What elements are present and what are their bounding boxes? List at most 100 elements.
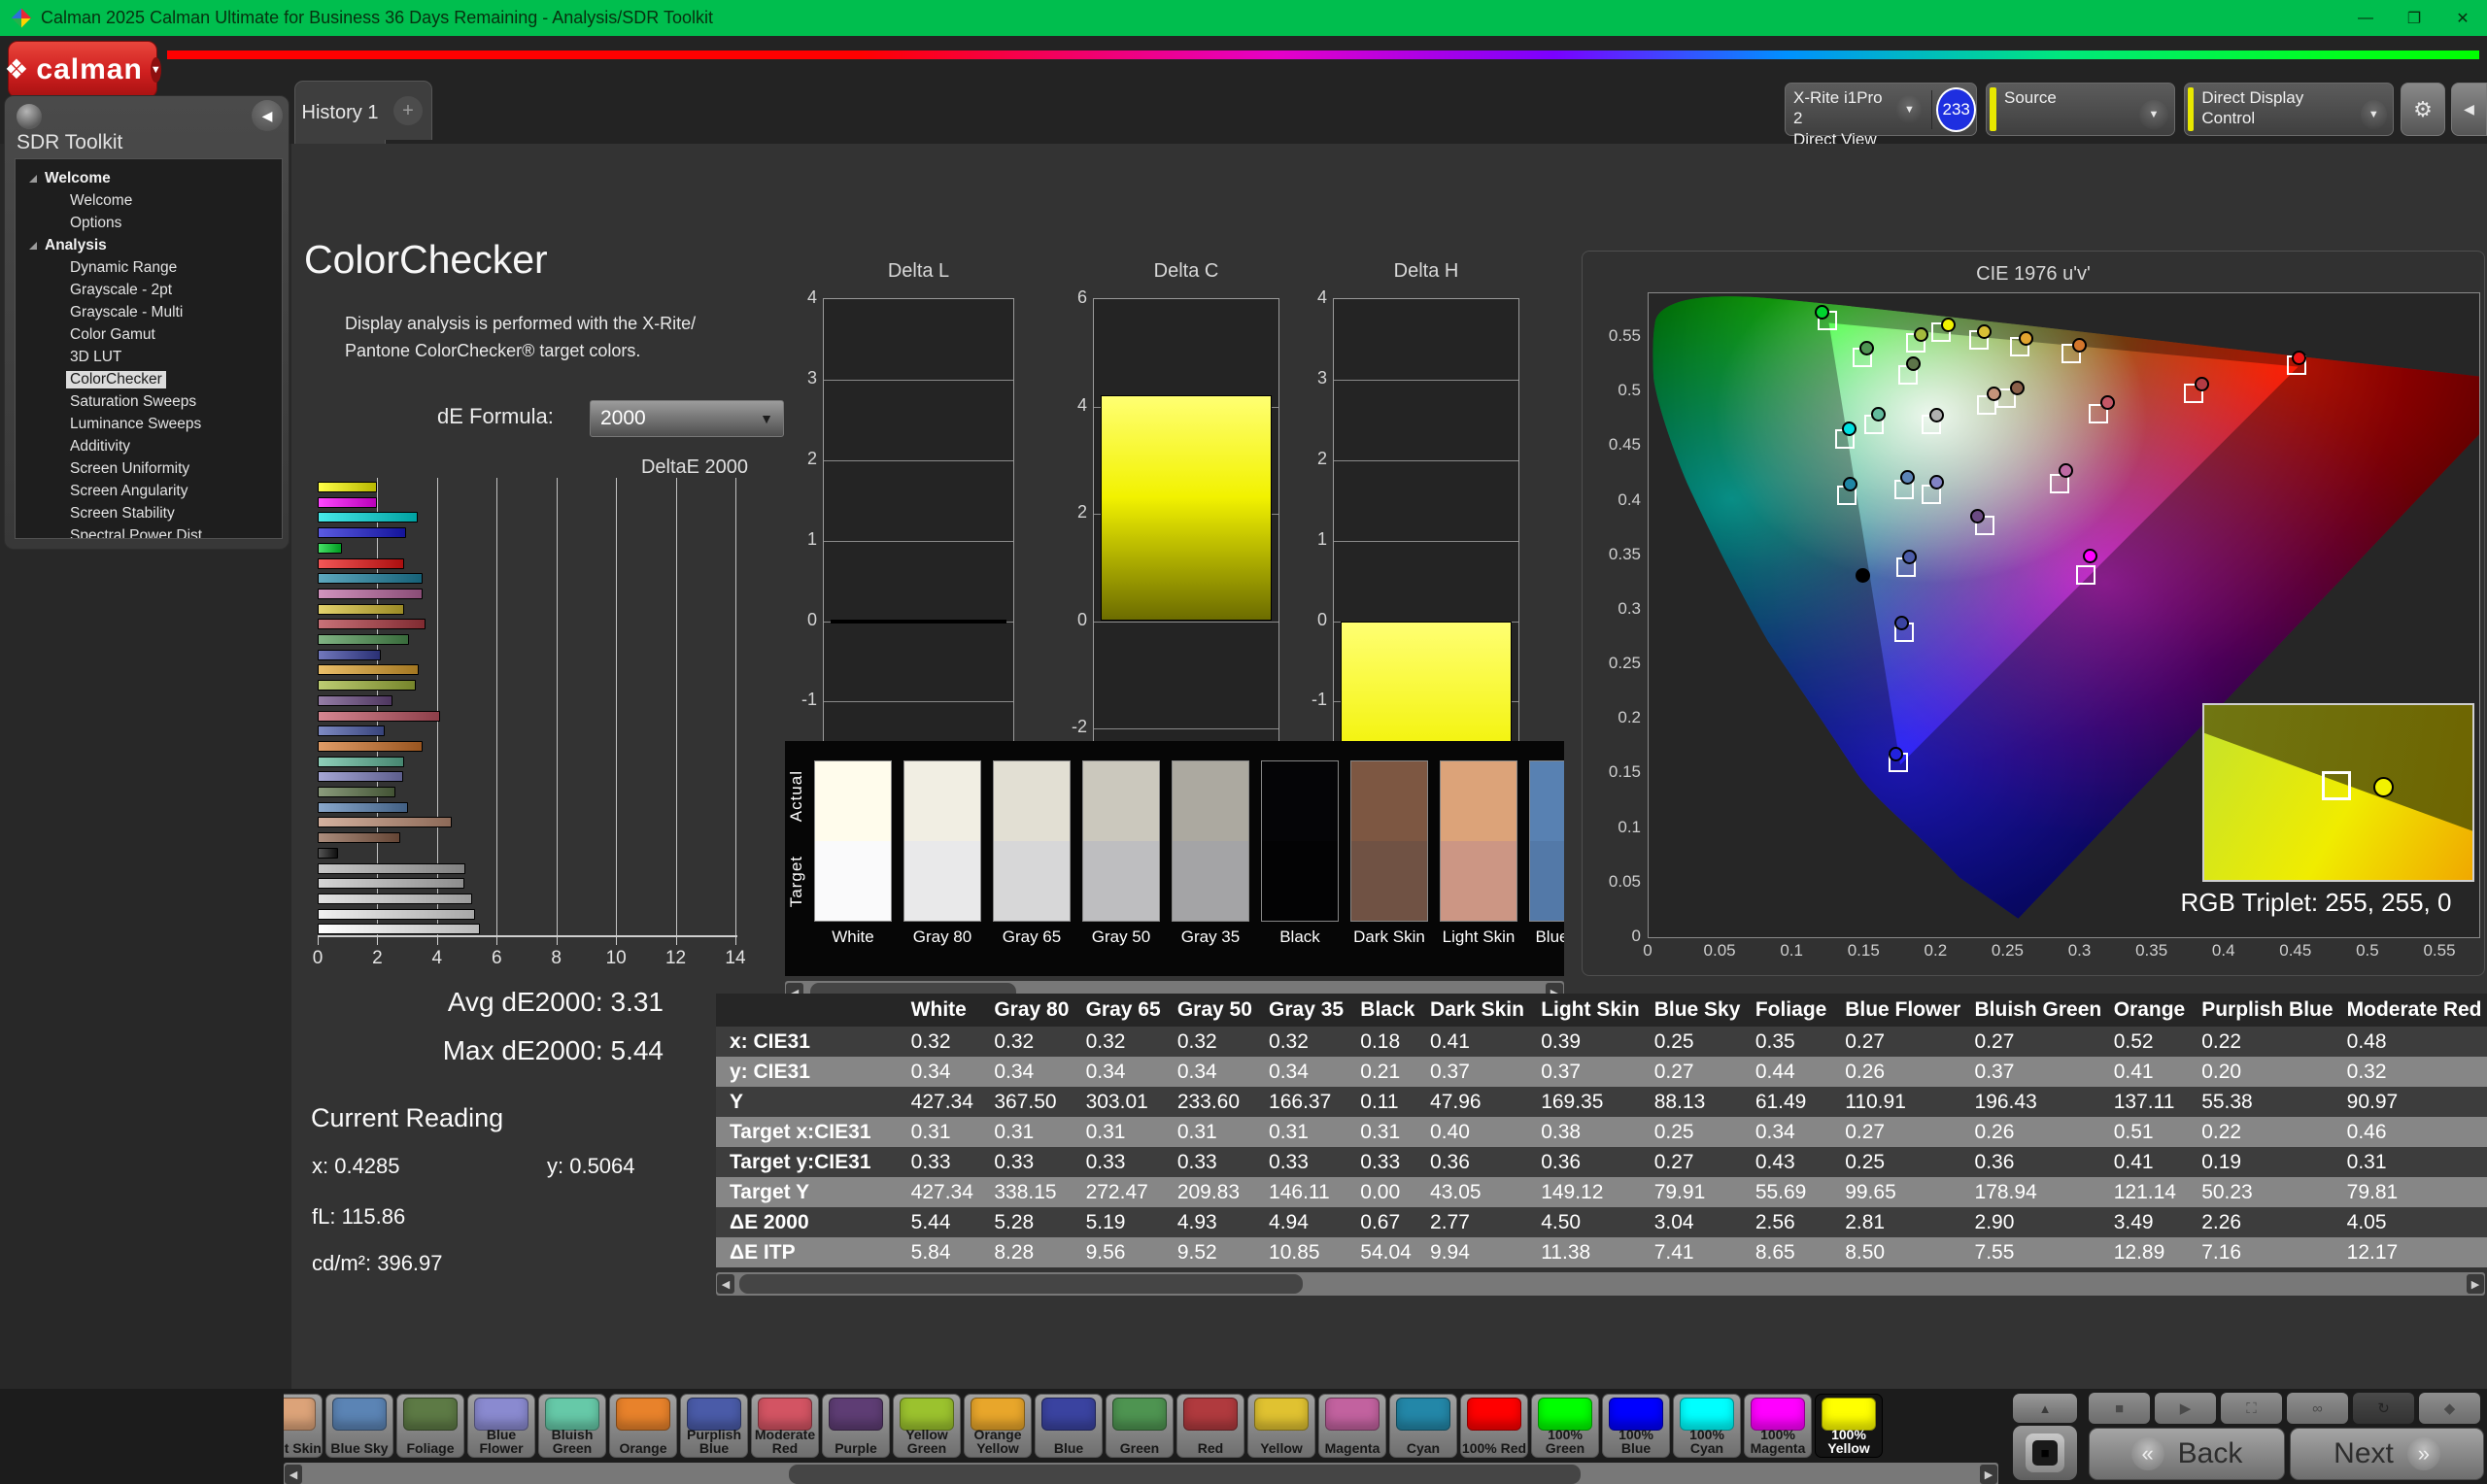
settings-button[interactable]: ⚙ bbox=[2401, 83, 2445, 136]
tab-history-1[interactable]: History 1 bbox=[294, 81, 386, 145]
patch-button-100-red[interactable]: 100% Red bbox=[1460, 1394, 1528, 1458]
actual-swatch bbox=[1530, 761, 1564, 841]
add-tab-button[interactable]: + bbox=[385, 81, 432, 140]
sidebar-handle-icon[interactable] bbox=[17, 104, 42, 129]
cie-zoom-inset bbox=[2202, 703, 2474, 882]
collapse-triangle-icon bbox=[29, 241, 37, 250]
mini-toolbar-button-5[interactable]: ↻ bbox=[2353, 1393, 2414, 1424]
delta-chart-title: Delta C bbox=[1153, 260, 1219, 282]
measured-point-marker bbox=[2372, 776, 2394, 797]
patch-button-red[interactable]: Red bbox=[1176, 1394, 1244, 1458]
axis-tick-label: -1 bbox=[801, 690, 817, 710]
meter-dropdown[interactable]: X-Rite i1Pro 2 Direct View ▼ 233 bbox=[1785, 83, 1977, 149]
patch-button-yellow-green[interactable]: Yellow Green bbox=[893, 1394, 961, 1458]
mini-toolbar-button-2[interactable]: ▶ bbox=[2155, 1393, 2216, 1424]
patch-scrollbar-thumb[interactable] bbox=[789, 1465, 1581, 1484]
tree-group-label: Analysis bbox=[45, 236, 107, 253]
table-cell: 0.41 bbox=[2105, 1057, 2195, 1087]
table-cell: 55.38 bbox=[2194, 1087, 2339, 1117]
target-swatch bbox=[1262, 841, 1338, 921]
sidebar-item-dynamic-range[interactable]: Dynamic Range bbox=[16, 256, 282, 279]
tree-item-label: Grayscale - Multi bbox=[70, 303, 184, 320]
patch-button-100-cyan[interactable]: 100% Cyan bbox=[1673, 1394, 1741, 1458]
sidebar-item-screen-angularity[interactable]: Screen Angularity bbox=[16, 480, 282, 502]
display-control-dropdown[interactable]: Direct Display Control ▼ bbox=[2184, 83, 2394, 136]
max-de2000: Max dE2000: 5.44 bbox=[442, 1035, 664, 1065]
de-formula-dropdown[interactable]: 2000 ▼ bbox=[590, 400, 784, 437]
patch-button-purple[interactable]: Purple bbox=[822, 1394, 890, 1458]
patch-button-light-skin[interactable]: Light Skin bbox=[284, 1394, 323, 1458]
scroll-right-icon: ▶ bbox=[1980, 1465, 1997, 1484]
patch-button-blue-flower[interactable]: Blue Flower bbox=[467, 1394, 535, 1458]
sidebar-item-screen-stability[interactable]: Screen Stability bbox=[16, 502, 282, 524]
patch-button-blue-sky[interactable]: Blue Sky bbox=[325, 1394, 393, 1458]
toolbar-glyph-icon: ■ bbox=[2114, 1400, 2125, 1417]
minimize-icon[interactable]: — bbox=[2341, 0, 2390, 36]
patch-button-moderate-red[interactable]: Moderate Red bbox=[751, 1394, 819, 1458]
patch-button-foliage[interactable]: Foliage bbox=[396, 1394, 464, 1458]
mini-toolbar-button-1[interactable]: ■ bbox=[2089, 1393, 2150, 1424]
patch-button-orange[interactable]: Orange bbox=[609, 1394, 677, 1458]
patch-button-cyan[interactable]: Cyan bbox=[1389, 1394, 1457, 1458]
sidebar-item-spectral-power-dist-[interactable]: Spectral Power Dist. bbox=[16, 524, 282, 539]
sidebar-item-grayscale-multi[interactable]: Grayscale - Multi bbox=[16, 301, 282, 323]
tree-group-analysis[interactable]: Analysis bbox=[16, 234, 282, 256]
patch-button-100-magenta[interactable]: 100% Magenta bbox=[1744, 1394, 1812, 1458]
stop-measurement-button[interactable]: ■ bbox=[2013, 1426, 2077, 1480]
mini-toolbar-button-4[interactable]: ∞ bbox=[2287, 1393, 2348, 1424]
table-cell: 0.22 bbox=[2194, 1027, 2339, 1057]
collapse-panel-button[interactable]: ◀ bbox=[2451, 83, 2487, 136]
sidebar-item-color-gamut[interactable]: Color Gamut bbox=[16, 323, 282, 346]
close-icon[interactable]: ✕ bbox=[2438, 0, 2487, 36]
tree-item-label: Dynamic Range bbox=[70, 258, 178, 276]
table-cell: 0.41 bbox=[1422, 1027, 1534, 1057]
mini-toolbar-button-6[interactable]: ◆ bbox=[2419, 1393, 2480, 1424]
meter-count-badge[interactable]: 233 bbox=[1936, 86, 1976, 132]
deltae-bar-gray-80 bbox=[318, 908, 476, 920]
table-cell: 7.55 bbox=[1966, 1237, 2106, 1267]
patch-button-yellow[interactable]: Yellow bbox=[1247, 1394, 1315, 1458]
patch-color-chip bbox=[403, 1398, 458, 1431]
sidebar-item-luminance-sweeps[interactable]: Luminance Sweeps bbox=[16, 413, 282, 435]
sidebar-item-saturation-sweeps[interactable]: Saturation Sweeps bbox=[16, 390, 282, 413]
swatch-gray-35 bbox=[1172, 760, 1249, 922]
sidebar-item-3d-lut[interactable]: 3D LUT bbox=[16, 346, 282, 368]
patch-button-100-blue[interactable]: 100% Blue bbox=[1602, 1394, 1670, 1458]
table-cell: 0.32 bbox=[986, 1027, 1078, 1057]
patch-color-chip bbox=[1183, 1398, 1238, 1431]
patch-button-100-green[interactable]: 100% Green bbox=[1531, 1394, 1599, 1458]
back-button[interactable]: « Back bbox=[2089, 1428, 2285, 1480]
patch-button-blue[interactable]: Blue bbox=[1035, 1394, 1103, 1458]
sidebar-panel: ◀ SDR Toolkit Welcome Welcome Options Analy… bbox=[4, 95, 290, 550]
table-row-label: Y bbox=[716, 1087, 903, 1117]
table-column-header: White bbox=[903, 994, 987, 1027]
patch-row-expand-button[interactable]: ▲ bbox=[2013, 1394, 2077, 1423]
patch-button-green[interactable]: Green bbox=[1106, 1394, 1174, 1458]
patch-scrollbar[interactable]: ◀ ▶ bbox=[284, 1463, 1998, 1484]
sidebar-item-additivity[interactable]: Additivity bbox=[16, 435, 282, 457]
table-scrollbar[interactable]: ◀ ▶ bbox=[716, 1272, 2485, 1296]
table-column-header: Purplish Blue bbox=[2194, 994, 2339, 1027]
next-button[interactable]: Next » bbox=[2290, 1428, 2484, 1480]
patch-button-magenta[interactable]: Magenta bbox=[1318, 1394, 1386, 1458]
patch-button-bluish-green[interactable]: Bluish Green bbox=[538, 1394, 606, 1458]
tree-group-welcome[interactable]: Welcome bbox=[16, 167, 282, 189]
calman-menu-button[interactable]: ❖ calman ▼ bbox=[4, 41, 161, 98]
maximize-icon[interactable]: ❐ bbox=[2390, 0, 2438, 36]
sidebar-item-screen-uniformity[interactable]: Screen Uniformity bbox=[16, 457, 282, 480]
table-cell: 427.34 bbox=[903, 1087, 987, 1117]
deltae-bar-orange-yellow bbox=[318, 664, 420, 676]
sidebar-item-grayscale-2pt[interactable]: Grayscale - 2pt bbox=[16, 279, 282, 301]
sidebar-item-welcome[interactable]: Welcome bbox=[16, 189, 282, 212]
table-scrollbar-thumb[interactable] bbox=[739, 1274, 1303, 1294]
sidebar-collapse-button[interactable]: ◀ bbox=[252, 100, 283, 131]
table-column-header: Bluish Green bbox=[1966, 994, 2106, 1027]
patch-button-purplish-blue[interactable]: Purplish Blue bbox=[680, 1394, 748, 1458]
source-dropdown[interactable]: Source ▼ bbox=[1986, 83, 2175, 136]
table-column-header: Dark Skin bbox=[1422, 994, 1534, 1027]
patch-button-orange-yellow[interactable]: Orange Yellow bbox=[964, 1394, 1032, 1458]
sidebar-item-options[interactable]: Options bbox=[16, 212, 282, 234]
mini-toolbar-button-3[interactable]: ⛶ bbox=[2221, 1393, 2282, 1424]
patch-button-100-yellow[interactable]: 100% Yellow bbox=[1815, 1394, 1883, 1458]
sidebar-item-colorchecker[interactable]: ColorChecker bbox=[16, 368, 282, 390]
